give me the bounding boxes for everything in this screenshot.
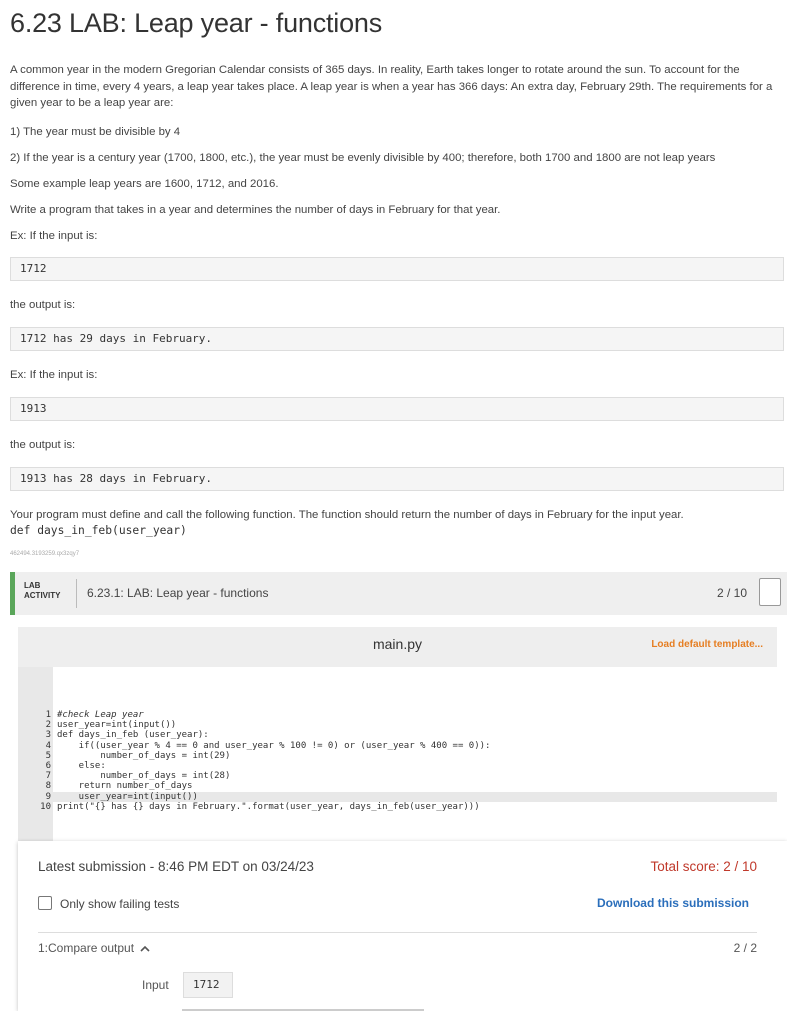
lab-score: 2 / 10 (716, 586, 747, 600)
code-editor: main.py Load default template... 1 #check… (18, 627, 777, 842)
code-text: user_year=int(input()) (57, 791, 198, 802)
define-text: Your program must define and call the fo… (10, 509, 684, 521)
example1-input-label: Ex: If the input is: (10, 230, 98, 242)
code-line: 7 number_of_days = int(28) (18, 771, 231, 782)
function-signature: def days_in_feb(user_year) (10, 524, 187, 537)
examples-text: Some example leap years are 1600, 1712, … (10, 178, 279, 190)
code-text: if((user_year % 4 == 0 and user_year % 1… (57, 740, 491, 751)
input-value: 1712 (183, 972, 233, 998)
code-line: 3 def days_in_feb (user_year): (18, 730, 209, 740)
line-number: 10 (40, 801, 51, 812)
code-line: 5 number_of_days = int(29) (18, 750, 231, 761)
code-text: user_year=int(input()) (57, 720, 177, 731)
only-failing-checkbox[interactable] (38, 896, 52, 910)
line-number: 6 (45, 761, 51, 771)
load-default-template-link[interactable]: Load default template... (651, 639, 763, 650)
code-text: return number_of_days (57, 781, 193, 792)
example2-output-label: the output is: (10, 439, 76, 451)
line-number: 8 (45, 781, 51, 792)
page-title: 6.23 LAB: Leap year - functions (10, 8, 383, 38)
line-number: 9 (45, 791, 51, 802)
compare-output-label: 1:Compare output (38, 941, 135, 955)
download-submission-link[interactable]: Download this submission (597, 896, 749, 910)
line-number: 1 (45, 710, 51, 720)
example2-output: 1913 has 28 days in February. (10, 467, 784, 491)
code-text: number_of_days = int(28) (57, 771, 231, 782)
example2-input-label: Ex: If the input is: (10, 369, 98, 381)
line-number: 7 (45, 771, 51, 782)
intro-paragraph: A common year in the modern Gregorian Ca… (10, 64, 773, 109)
code-line: 9 user_year=int(input()) (18, 791, 777, 802)
code-text: #check Leap year (57, 710, 144, 720)
code-line: 8 return number_of_days (18, 781, 193, 792)
divider (38, 932, 757, 933)
submission-panel: Latest submission - 8:46 PM EDT on 03/24… (18, 841, 787, 1011)
code-text: else: (57, 761, 106, 771)
example1-input: 1712 (10, 257, 784, 281)
lab-activity-tag: LAB ACTIVITY (24, 581, 61, 600)
code-line: 4 if((user_year % 4 == 0 and user_year %… (18, 740, 491, 751)
line-number: 2 (45, 720, 51, 731)
lab-activity-header: LAB ACTIVITY 6.23.1: LAB: Leap year - fu… (10, 572, 787, 615)
task-text: Write a program that takes in a year and… (10, 204, 501, 216)
example2-input: 1913 (10, 397, 784, 421)
chevron-up-icon (140, 945, 150, 952)
activity-id: 462494.3193259.qx3zqy7 (10, 551, 80, 557)
latest-submission: Latest submission - 8:46 PM EDT on 03/24… (38, 859, 314, 874)
code-line: 1 #check Leap year (18, 710, 144, 720)
line-number: 3 (45, 730, 51, 741)
only-failing-label[interactable]: Only show failing tests (60, 897, 179, 911)
code-text: def days_in_feb (user_year): (57, 730, 209, 741)
code-line: 2 user_year=int(input()) (18, 720, 177, 731)
divider (76, 579, 77, 608)
total-score: Total score: 2 / 10 (650, 859, 757, 874)
compare-output-score: 2 / 2 (733, 941, 757, 955)
line-number: 4 (45, 740, 51, 751)
code-line: 10 print("{} has {} days in February.".fo… (18, 801, 480, 812)
code-line: 6 else: (18, 761, 106, 771)
requirement-2: 2) If the year is a century year (1700, … (10, 152, 716, 164)
example1-output-label: the output is: (10, 299, 76, 311)
example1-output: 1712 has 29 days in February. (10, 327, 784, 351)
completion-badge-icon (759, 578, 781, 606)
compare-output-toggle[interactable]: 1:Compare output (38, 941, 150, 955)
lab-activity-name: 6.23.1: LAB: Leap year - functions (87, 586, 269, 600)
line-number: 5 (45, 750, 51, 761)
code-text: number_of_days = int(29) (57, 750, 231, 761)
input-label: Input (142, 978, 169, 992)
requirement-1: 1) The year must be divisible by 4 (10, 126, 181, 138)
code-area[interactable]: 1 #check Leap year 2 user_year=int(input())… (18, 667, 777, 842)
code-text: print("{} has {} days in February.".form… (57, 801, 480, 812)
